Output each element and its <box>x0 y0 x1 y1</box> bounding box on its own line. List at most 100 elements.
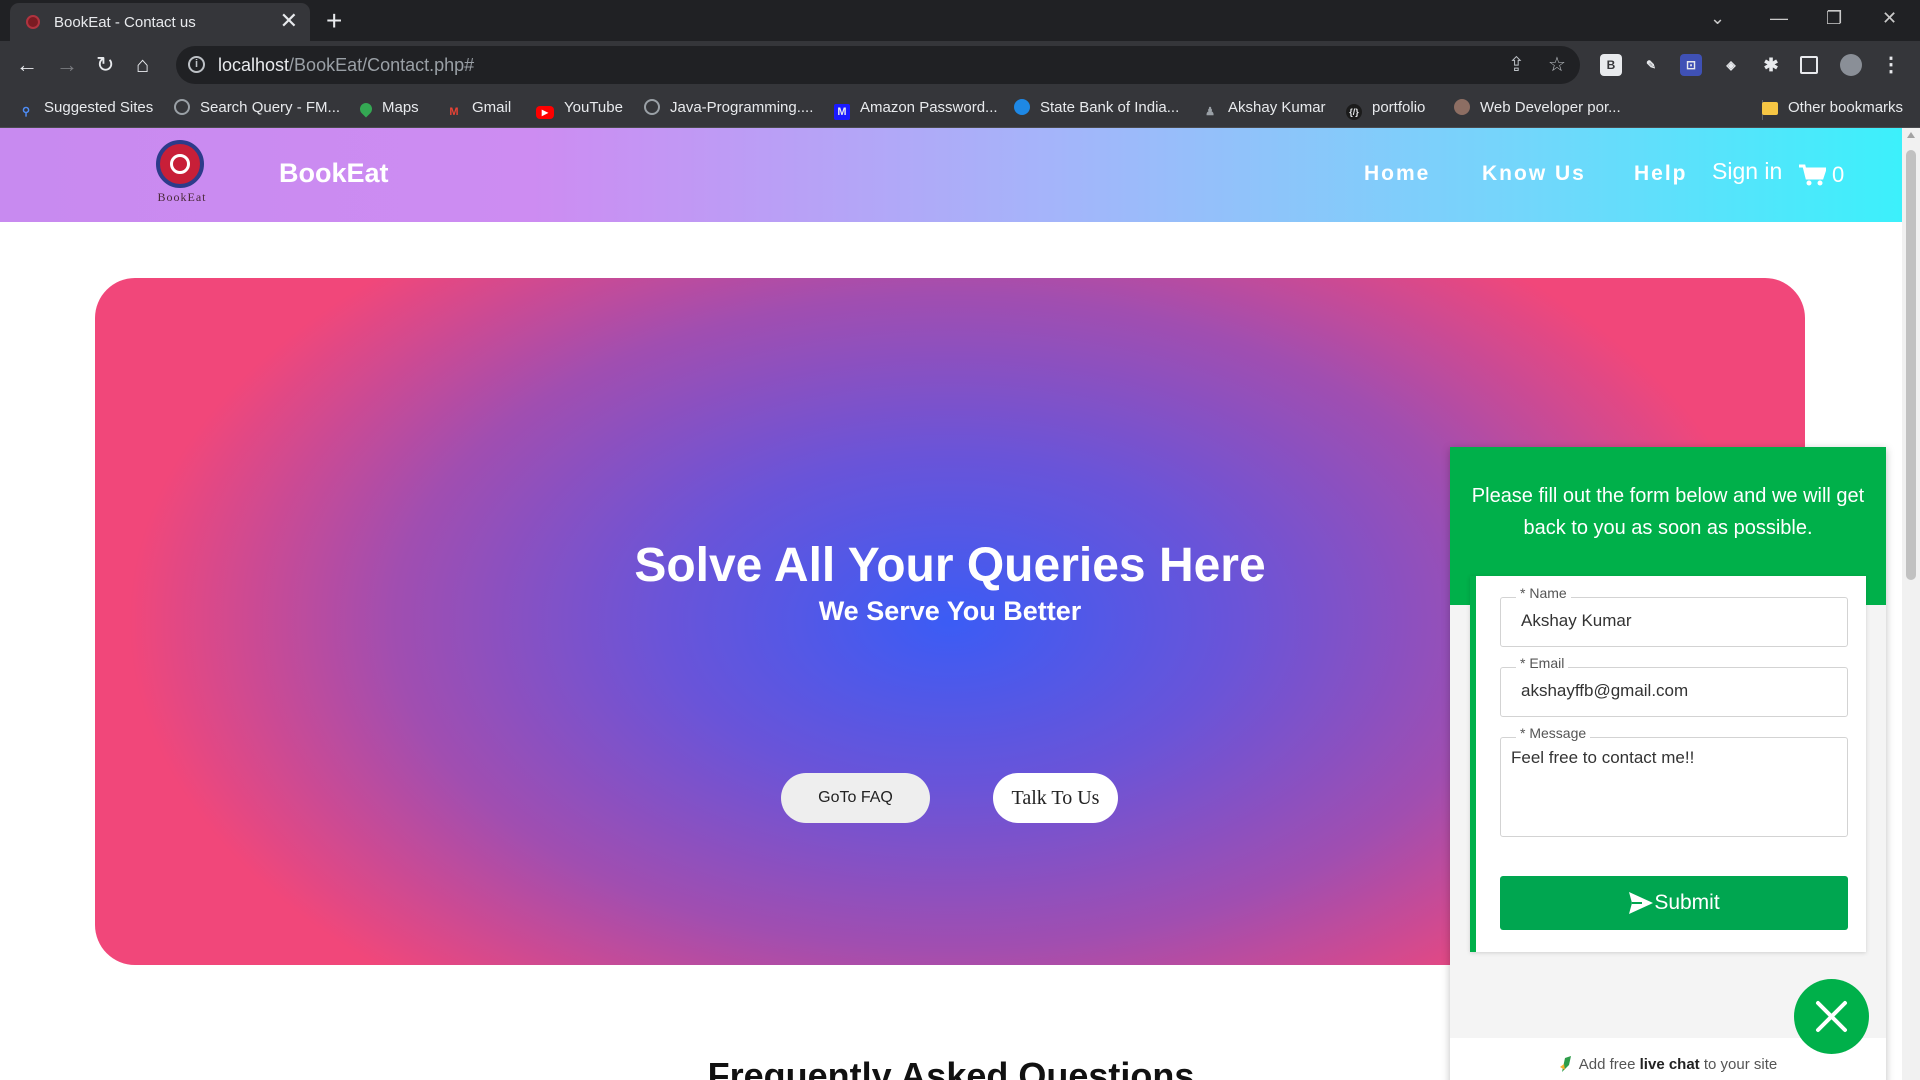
restore-icon[interactable]: ❐ <box>1826 6 1842 30</box>
bookmark-maps[interactable]: Maps <box>357 97 419 119</box>
close-icon <box>1816 1001 1847 1032</box>
brand-name[interactable]: BookEat <box>279 158 389 189</box>
scroll-up-arrow-icon[interactable] <box>1907 132 1915 138</box>
cart-icon[interactable] <box>1798 164 1826 186</box>
bookmark-label: Web Developer por... <box>1480 99 1621 116</box>
bookmark-star-icon[interactable]: ☆ <box>1548 52 1566 78</box>
bookmark-amazon-password[interactable]: M Amazon Password... <box>834 97 998 120</box>
bookmark-label: YouTube <box>564 99 623 116</box>
person-icon: ♟ <box>1205 106 1215 118</box>
browser-tab[interactable]: BookEat - Contact us ✕ <box>10 3 310 41</box>
bookmark-web-developer[interactable]: Web Developer por... <box>1454 97 1621 119</box>
bookmark-label: Search Query - FM... <box>200 99 341 116</box>
cart-count: 0 <box>1832 162 1845 187</box>
url-path: /BookEat/Contact.php# <box>289 55 475 75</box>
logo-mark <box>170 154 190 174</box>
talk-to-us-button[interactable]: Talk To Us <box>993 773 1118 823</box>
tab-title: BookEat - Contact us <box>54 14 196 31</box>
bookmark-label: Akshay Kumar <box>1228 99 1326 116</box>
bookmark-java-programming[interactable]: Java-Programming.... <box>644 97 813 119</box>
email-label: * Email <box>1516 655 1569 671</box>
browser-tab-bar: BookEat - Contact us ✕ + ⌄ — ❐ ✕ <box>0 0 1920 41</box>
code-icon: {/} <box>1346 104 1362 120</box>
bookmark-portfolio[interactable]: {/} portfolio <box>1346 97 1425 120</box>
folder-icon <box>1762 102 1778 115</box>
bookmarks-bar: ⚲ Suggested Sites Search Query - FM... Ma… <box>0 90 1920 128</box>
globe-icon <box>174 99 190 115</box>
address-bar[interactable]: i localhost/BookEat/Contact.php# ⇪ ☆ <box>176 46 1580 84</box>
url-text[interactable]: localhost/BookEat/Contact.php# <box>218 55 474 76</box>
m-icon: M <box>834 104 850 120</box>
bookmark-label: State Bank of India... <box>1040 99 1180 116</box>
bookmark-search-query[interactable]: Search Query - FM... <box>174 97 340 119</box>
message-label: * Message <box>1516 725 1591 741</box>
extension-b-icon[interactable]: B <box>1600 54 1622 76</box>
logo-caption: BookEat <box>157 190 207 204</box>
bookmark-youtube[interactable]: ▶ YouTube <box>536 97 623 119</box>
bookmark-label: Gmail <box>472 99 512 116</box>
profile-avatar[interactable] <box>1840 54 1862 76</box>
extensions-puzzle-icon[interactable]: ✱ <box>1760 54 1782 76</box>
bookmark-label: Other bookmarks <box>1788 99 1904 116</box>
new-tab-button[interactable]: + <box>326 5 342 37</box>
bookmark-state-bank[interactable]: State Bank of India... <box>1014 97 1179 119</box>
tab-close-icon[interactable]: ✕ <box>280 9 298 33</box>
site-info-icon[interactable]: i <box>188 56 205 73</box>
message-field[interactable]: Feel free to contact me!! <box>1500 737 1848 837</box>
menu-kebab-icon[interactable]: ⋮ <box>1880 54 1902 76</box>
widget-intro-text: Please fill out the form below and we wi… <box>1471 485 1865 539</box>
youtube-icon: ▶ <box>536 106 554 119</box>
page-viewport: BookEat BookEat Home Know Us Help Sign i… <box>0 128 1902 1080</box>
sbi-icon <box>1014 99 1030 115</box>
submit-button[interactable]: Submit <box>1500 876 1848 930</box>
goto-faq-button[interactable]: GoTo FAQ <box>781 773 930 823</box>
maps-icon <box>357 100 375 118</box>
search-icon: ⚲ <box>21 106 31 118</box>
page-scrollbar[interactable] <box>1902 128 1920 1080</box>
send-icon <box>1629 892 1653 914</box>
close-chat-button[interactable] <box>1794 979 1869 1054</box>
footer-text-post: to your site <box>1699 1056 1778 1073</box>
browser-toolbar: ← → ↻ ⌂ i localhost/BookEat/Contact.php#… <box>0 41 1920 90</box>
bookmark-other-bookmarks[interactable]: Other bookmarks <box>1762 97 1903 119</box>
submit-label: Submit <box>1654 891 1720 914</box>
reload-icon[interactable]: ↻ <box>96 49 114 81</box>
close-window-icon[interactable]: ✕ <box>1882 6 1897 30</box>
name-field[interactable]: Akshay Kumar <box>1500 597 1848 647</box>
share-icon[interactable]: ⇪ <box>1508 52 1525 78</box>
bookeat-logo[interactable] <box>156 140 204 188</box>
globe-icon <box>644 99 660 115</box>
live-chat-logo-icon <box>1559 1056 1571 1072</box>
name-label: * Name <box>1516 585 1571 601</box>
bookmark-label: Suggested Sites <box>44 99 154 116</box>
bookmark-akshay-kumar[interactable]: ♟ Akshay Kumar <box>1202 97 1326 120</box>
home-icon[interactable]: ⌂ <box>136 49 149 81</box>
forward-icon[interactable]: → <box>56 49 78 81</box>
gmail-icon: M <box>449 106 459 118</box>
bookmark-gmail[interactable]: M Gmail <box>446 97 511 120</box>
extension-screen-icon[interactable]: ⊡ <box>1680 54 1702 76</box>
bookmark-suggested-sites[interactable]: ⚲ Suggested Sites <box>18 97 153 120</box>
tab-favicon-icon <box>26 15 40 29</box>
email-field[interactable]: akshayffb@gmail.com <box>1500 667 1848 717</box>
extension-shield-icon[interactable]: ◈ <box>1720 54 1742 76</box>
site-navbar: BookEat BookEat Home Know Us Help Sign i… <box>0 128 1902 222</box>
footer-text-bold: live chat <box>1639 1056 1700 1073</box>
bookmark-label: Java-Programming.... <box>670 99 814 116</box>
url-host: localhost <box>218 55 290 75</box>
minimize-icon[interactable]: — <box>1770 6 1788 30</box>
sign-in-link[interactable]: Sign in <box>1712 158 1782 185</box>
scroll-thumb[interactable] <box>1906 150 1916 580</box>
bookmark-label: Maps <box>382 99 419 116</box>
side-panel-icon[interactable] <box>1800 56 1818 74</box>
avatar-icon <box>1454 99 1470 115</box>
bookmark-label: portfolio <box>1372 99 1426 116</box>
contact-form: Akshay Kumar * Name akshayffb@gmail.com … <box>1470 576 1866 952</box>
nav-know-us[interactable]: Know Us <box>1482 162 1586 186</box>
extension-pen-icon[interactable]: ✎ <box>1640 54 1662 76</box>
tab-search-icon[interactable]: ⌄ <box>1710 6 1725 30</box>
nav-help[interactable]: Help <box>1634 162 1688 186</box>
footer-text-pre: Add free <box>1578 1056 1640 1073</box>
back-icon[interactable]: ← <box>16 49 38 81</box>
nav-home[interactable]: Home <box>1364 162 1430 186</box>
